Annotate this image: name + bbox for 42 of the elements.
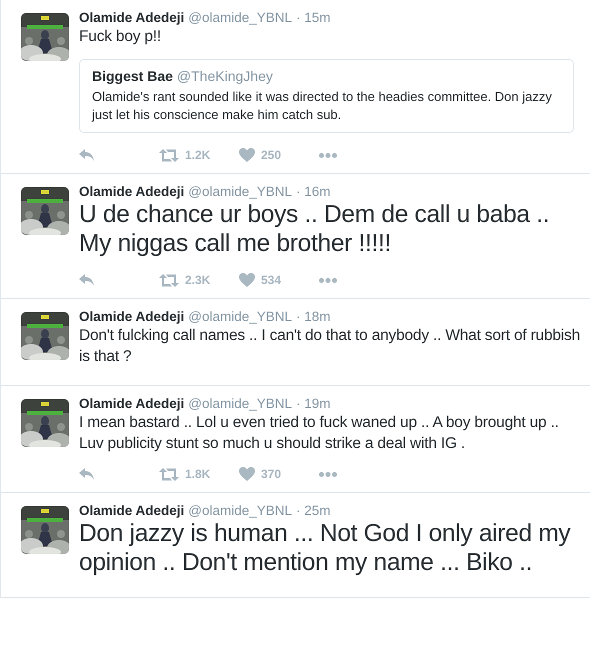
tweet-time[interactable]: · 16m	[296, 184, 331, 199]
quoted-tweet[interactable]: Biggest Bae @TheKingJhey Olamide's rant sounded like it was directed to the headies committee. Don jazzy just let his conscience make him catch sub.	[79, 59, 574, 133]
author-handle[interactable]: @olamide_YBNL	[188, 184, 292, 199]
retweet-icon[interactable]	[159, 468, 179, 480]
retweet-count: 1.2K	[185, 148, 210, 162]
retweet-count: 1.8K	[185, 467, 210, 481]
retweet-count: 2.3K	[185, 273, 210, 287]
tweet-text: Fuck boy p!!	[79, 27, 162, 47]
quoted-tweet-text: Olamide's rant sounded like it was directed to the headies committee. Don jazzy just let his conscience make him catch sub.	[92, 88, 553, 124]
quoted-author-name: Biggest Bae	[92, 68, 173, 84]
tweet-text: U de chance ur boys .. Dem de call u baba .. My niggas call me brother !!!!!	[79, 200, 550, 258]
heart-icon[interactable]	[239, 273, 255, 287]
author-handle[interactable]: @olamide_YBNL	[188, 503, 292, 518]
more-icon[interactable]	[319, 152, 337, 158]
reply-icon[interactable]	[79, 148, 95, 162]
author-handle[interactable]: @olamide_YBNL	[188, 396, 292, 411]
more-icon[interactable]	[319, 278, 337, 282]
heart-icon[interactable]	[239, 467, 255, 481]
author-handle[interactable]: @olamide_YBNL	[188, 309, 292, 324]
tweet-time[interactable]: · 25m	[296, 503, 331, 518]
retweet-icon[interactable]	[159, 274, 179, 286]
author-name[interactable]: Olamide Adedeji	[79, 184, 184, 199]
author-name[interactable]: Olamide Adedeji	[79, 309, 184, 324]
tweet-time[interactable]: · 18m	[296, 309, 331, 324]
reply-icon[interactable]	[79, 467, 95, 481]
author-name[interactable]: Olamide Adedeji	[79, 503, 184, 518]
tweet-text: Don't fulcking call names .. I can't do that to anybody .. What sort of rubbish is that ?	[79, 326, 582, 367]
like-count: 370	[261, 467, 282, 481]
tweet-text: I mean bastard .. Lol u even tried to fuck waned up .. A boy brought up .. Luv publicity stunt so much u should strike a deal with IG .	[79, 413, 560, 454]
author-handle[interactable]: @olamide_YBNL	[188, 10, 292, 25]
like-count: 534	[261, 273, 282, 287]
reply-icon[interactable]	[79, 273, 95, 287]
tweet-text: Don jazzy is human ... Not God I only aired my opinion .. Don't mention my name ... Biko ..	[79, 519, 572, 577]
retweet-icon[interactable]	[159, 148, 179, 162]
author-name[interactable]: Olamide Adedeji	[79, 396, 184, 411]
like-count: 250	[261, 148, 282, 162]
tweet-time[interactable]: · 19m	[296, 396, 331, 411]
author-name[interactable]: Olamide Adedeji	[79, 10, 184, 25]
quoted-author-handle: @TheKingJhey	[176, 68, 273, 84]
heart-icon[interactable]	[239, 148, 255, 162]
more-icon[interactable]	[319, 472, 337, 476]
tweet-time[interactable]: · 15m	[296, 10, 331, 25]
